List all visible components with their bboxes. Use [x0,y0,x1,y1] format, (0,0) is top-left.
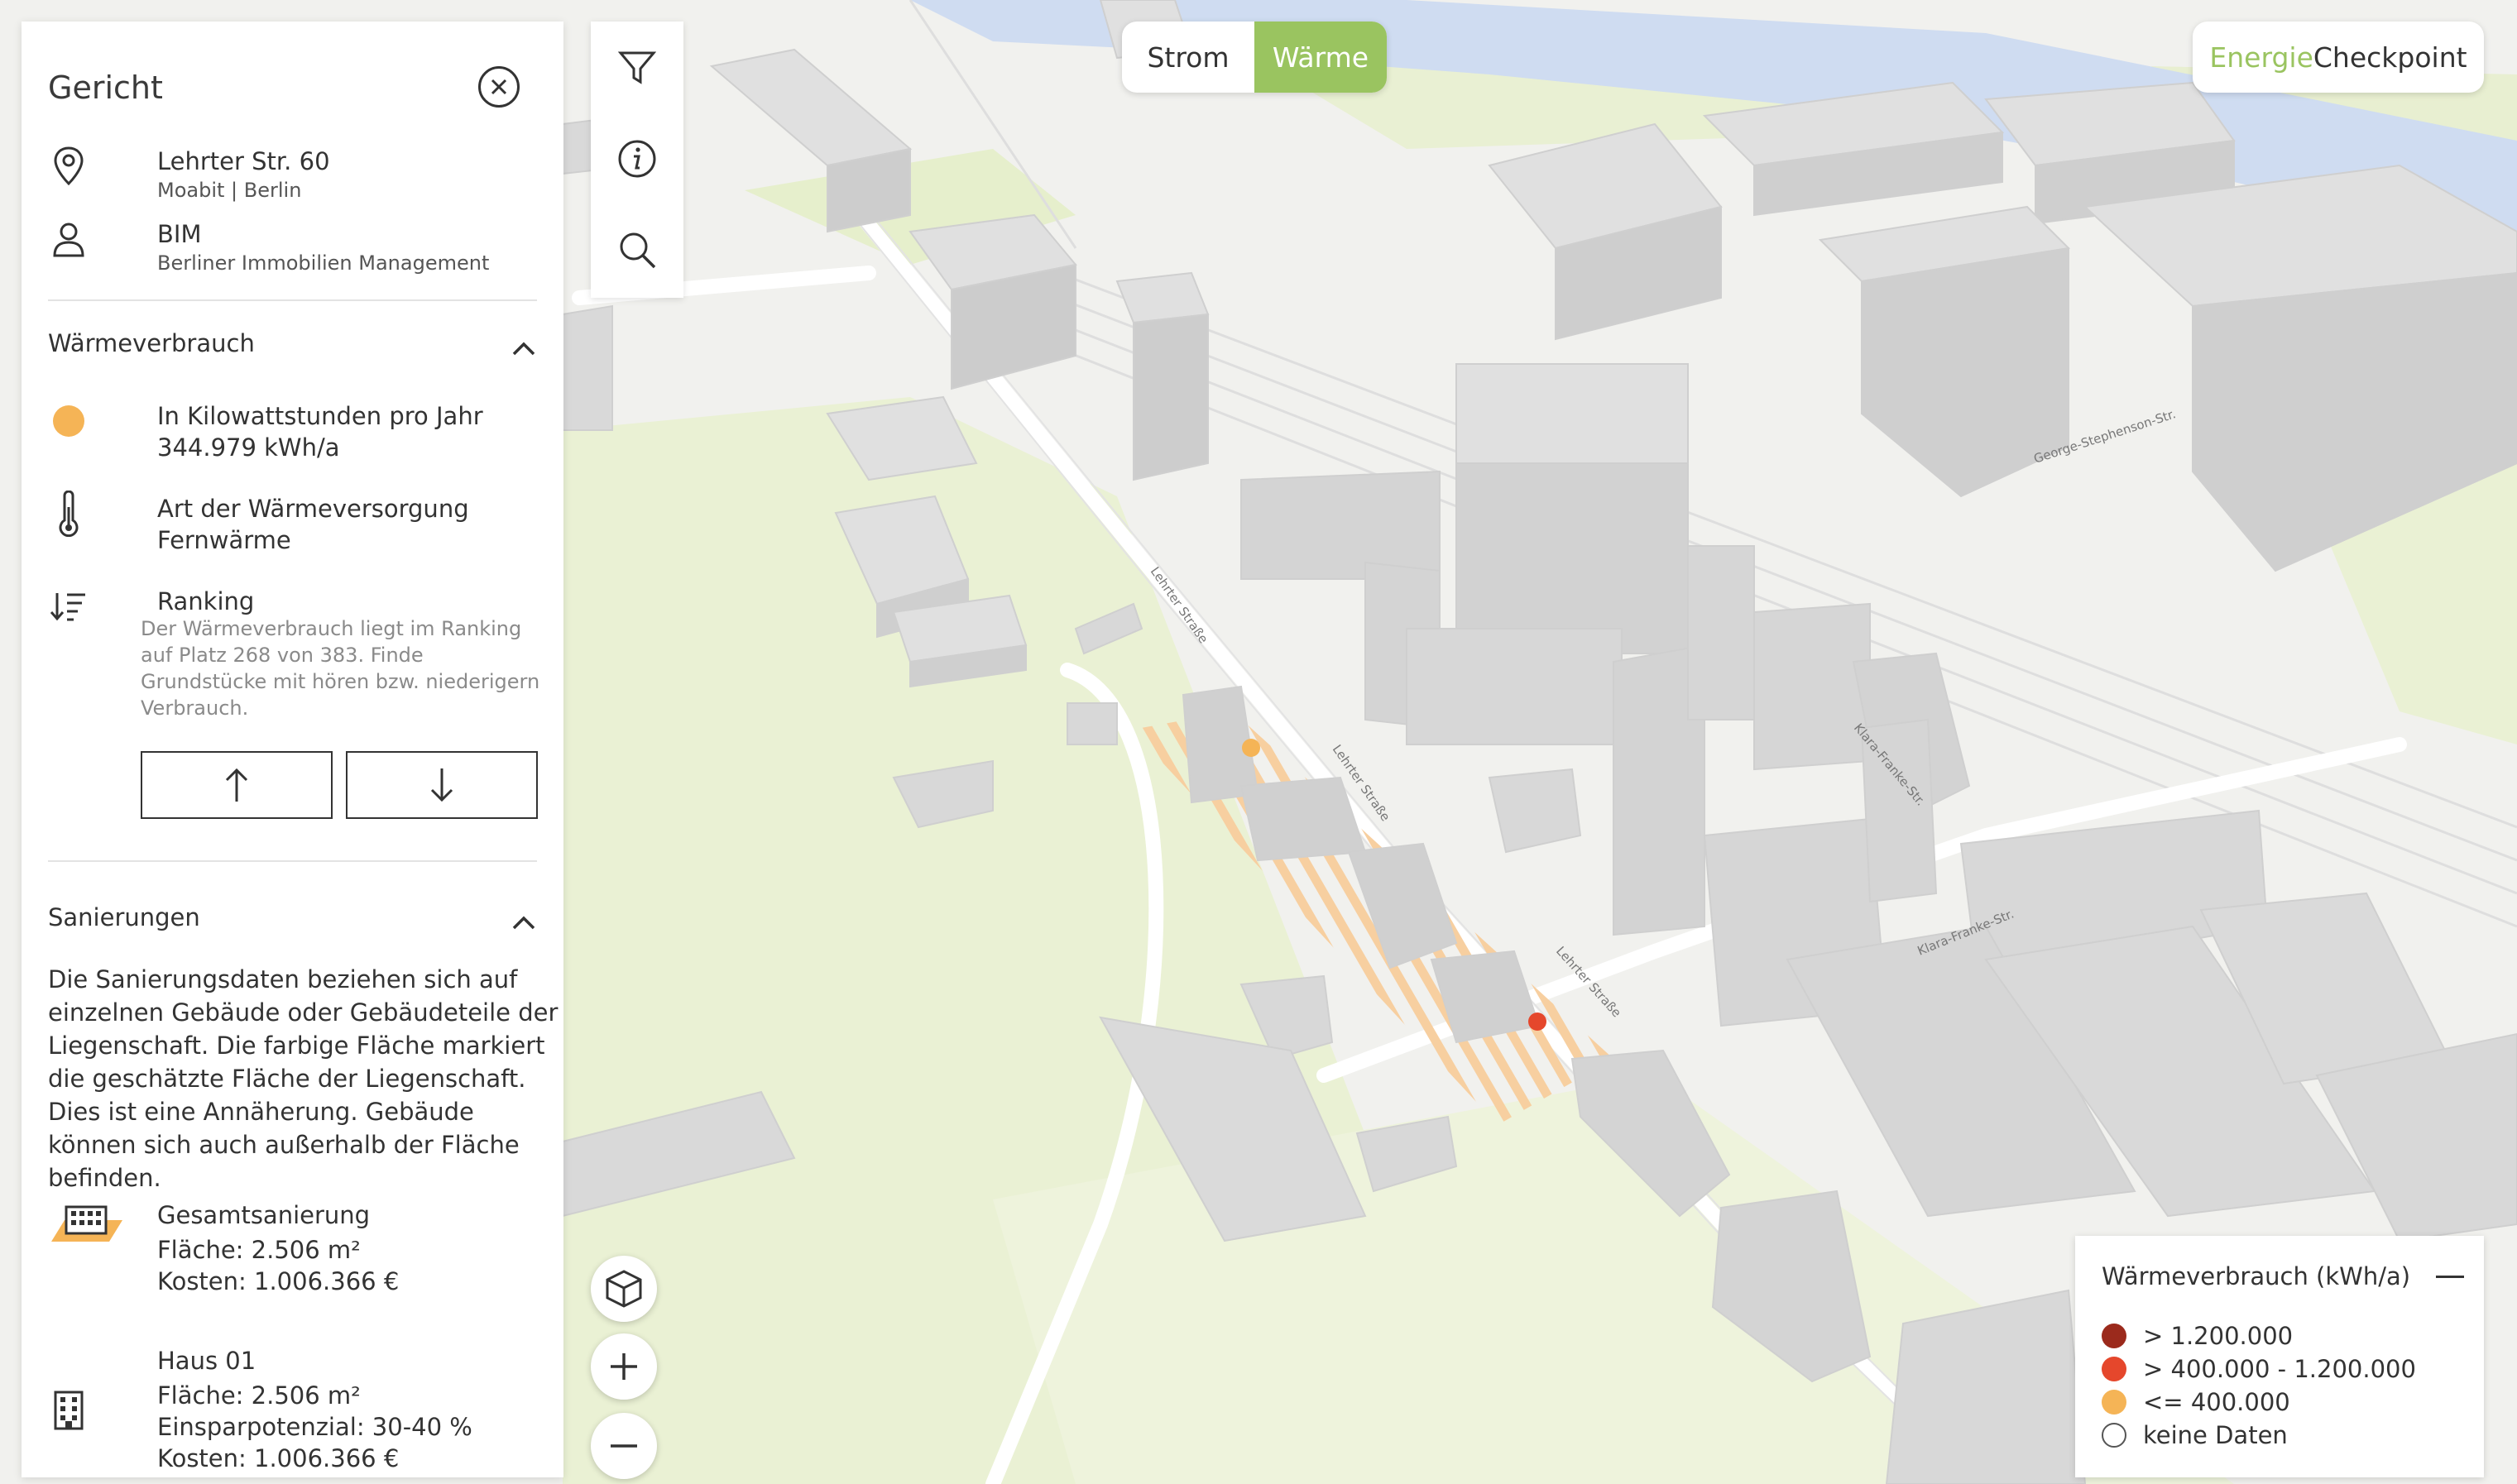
close-button[interactable] [478,66,520,108]
detail-panel: Gericht Lehrter Str. 60 Moabit | Berlin … [22,22,563,1477]
legend-swatch [2102,1357,2126,1381]
sanierung-name: Haus 01 [157,1347,256,1375]
person-icon [48,218,89,260]
info-button[interactable] [616,137,659,180]
waerme-supply-row: Art der Wärmeversorgung Fernwärme [48,491,469,556]
sort-icon [48,586,89,627]
search-button[interactable] [616,228,659,271]
ranking-label: Ranking [157,587,255,615]
consumption-dot-icon [48,400,89,442]
legend-label: > 1.200.000 [2143,1322,2294,1350]
waerme-section-title: Wärmeverbrauch [48,329,255,357]
ranking-text: Der Wärmeverbrauch liegt im Ranking auf … [141,617,540,720]
address-district: Moabit | Berlin [157,179,302,202]
toggle-strom[interactable]: Strom [1122,22,1254,93]
waerme-unit-label: In Kilowattstunden pro Jahr [157,402,483,430]
info-icon [618,140,656,178]
sanierungen-text: Die Sanierungsdaten beziehen sich auf ei… [48,965,559,1192]
brand-logo[interactable]: Energie Checkpoint [2193,22,2484,93]
zoom-in-button[interactable] [591,1333,657,1400]
sanierung-cost: Kosten: 1.006.366 € [157,1267,400,1295]
zoom-out-button[interactable] [591,1413,657,1479]
rank-up-button[interactable] [141,751,333,819]
arrow-down-icon [430,768,453,802]
energy-type-toggle: Strom Wärme [1122,22,1387,93]
legend-label: <= 400.000 [2143,1388,2290,1416]
brand-part2: Checkpoint [2313,41,2467,74]
sanierung-area: Fläche: 2.506 m² [157,1236,361,1264]
sanierung-area: Fläche: 2.506 m² [157,1381,361,1410]
address-row: Lehrter Str. 60 Moabit | Berlin [48,146,330,203]
plus-icon [611,1353,637,1380]
legend-item: > 1.200.000 [2102,1322,2293,1350]
legend-item: keine Daten [2102,1421,2288,1449]
sanierung-saving: Einsparpotenzial: 30-40 % [157,1413,472,1441]
divider [48,299,537,301]
sanierung-name: Gesamtsanierung [157,1201,371,1229]
thermometer-icon [48,491,89,537]
legend-swatch [2102,1324,2126,1348]
brand-part1: Energie [2209,41,2313,74]
legend-label: > 400.000 - 1.200.000 [2143,1355,2416,1383]
3d-view-button[interactable] [591,1256,657,1322]
divider [48,860,537,862]
chevron-up-icon[interactable] [510,334,538,362]
legend-swatch [2102,1423,2126,1448]
close-icon [491,79,507,95]
rank-down-button[interactable] [346,751,538,819]
chevron-up-icon[interactable] [510,908,538,936]
waerme-value: 344.979 kWh/a [157,433,340,462]
legend-title: Wärmeverbrauch (kWh/a) [2102,1262,2411,1290]
legend-item: <= 400.000 [2102,1388,2290,1416]
owner-full: Berliner Immobilien Management [157,251,490,275]
minus-icon [611,1444,637,1448]
filter-button[interactable] [616,46,659,89]
arrow-up-icon [225,768,248,802]
filter-icon [618,51,656,84]
legend-item: > 400.000 - 1.200.000 [2102,1355,2416,1383]
legend-collapse-button[interactable] [2436,1276,2464,1278]
search-icon [620,232,656,269]
location-pin-icon [48,146,89,187]
sanierung-item: Gesamtsanierung Fläche: 2.506 m² Kosten:… [48,1199,399,1297]
waerme-supply-label: Art der Wärmeversorgung [157,495,469,523]
address-street: Lehrter Str. 60 [157,147,330,175]
waerme-value-row: In Kilowattstunden pro Jahr 344.979 kWh/… [48,400,483,463]
waerme-supply-value: Fernwärme [157,526,291,554]
toggle-waerme[interactable]: Wärme [1254,22,1387,93]
legend: Wärmeverbrauch (kWh/a) > 1.200.000 > 400… [2075,1236,2484,1477]
cube-icon [606,1270,642,1308]
panel-title: Gericht [48,69,163,106]
owner-short: BIM [157,220,202,248]
building-icon [48,1199,126,1242]
legend-swatch [2102,1390,2126,1415]
sanierung-item: Haus 01 Fläche: 2.506 m² Einsparpotenzia… [48,1345,472,1474]
sanierung-cost: Kosten: 1.006.366 € [157,1444,400,1472]
owner-row: BIM Berliner Immobilien Management [48,218,489,276]
legend-label: keine Daten [2143,1421,2288,1449]
sanierungen-section-title: Sanierungen [48,903,200,931]
building-icon [48,1390,89,1431]
tool-column [591,22,683,298]
